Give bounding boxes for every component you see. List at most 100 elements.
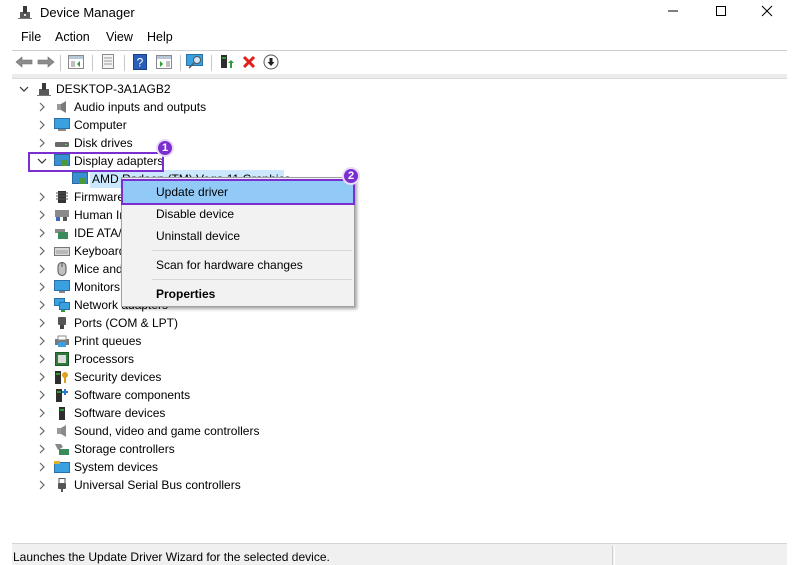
chevron-right-icon[interactable]: [36, 119, 48, 131]
chevron-right-icon[interactable]: [36, 281, 48, 293]
processor-icon: [54, 352, 70, 366]
tree-category-firmware[interactable]: Firmware: [36, 188, 124, 206]
chevron-right-icon[interactable]: [36, 461, 48, 473]
properties-button[interactable]: [98, 54, 118, 72]
arrow-left-icon: [15, 56, 33, 71]
chevron-right-icon[interactable]: [36, 335, 48, 347]
ide-icon: [54, 226, 70, 240]
menu-item-disable-device[interactable]: Disable device: [122, 203, 354, 225]
disable-device-button[interactable]: [261, 54, 281, 72]
chevron-right-icon[interactable]: [36, 227, 48, 239]
uninstall-device-button[interactable]: [239, 54, 259, 72]
tree-category-universal-serial-bus-controllers[interactable]: Universal Serial Bus controllers: [36, 476, 241, 494]
tree-category-label: Firmware: [74, 190, 124, 204]
tree-category-computer[interactable]: Computer: [36, 116, 127, 134]
tree-category-keyboards[interactable]: Keyboards: [36, 242, 131, 260]
help-icon: ?: [133, 54, 147, 73]
scan-hardware-button[interactable]: [185, 54, 205, 72]
help-button[interactable]: ?: [130, 54, 150, 72]
speaker-icon: [54, 100, 70, 114]
menu-view[interactable]: View: [106, 30, 133, 44]
tree-category-software-components[interactable]: Software components: [36, 386, 190, 404]
title-bar: Device Manager: [0, 0, 800, 26]
chevron-right-icon[interactable]: [36, 443, 48, 455]
menu-item-uninstall-device[interactable]: Uninstall device: [122, 225, 354, 247]
tree-category-label: Software devices: [74, 406, 165, 420]
menu-action[interactable]: Action: [55, 30, 90, 44]
tree-category-label: Storage controllers: [74, 442, 175, 456]
tree-category-security-devices[interactable]: Security devices: [36, 368, 161, 386]
show-hide-console-tree-button[interactable]: [66, 54, 86, 72]
toolbar-separator: [211, 55, 212, 71]
sound-icon: [54, 424, 70, 438]
step-badge-1: 1: [156, 139, 174, 157]
menu-item-properties[interactable]: Properties: [122, 283, 354, 305]
update-driver-button[interactable]: [217, 54, 237, 72]
chevron-right-icon[interactable]: [36, 245, 48, 257]
chevron-right-icon[interactable]: [36, 479, 48, 491]
chevron-down-icon[interactable]: [18, 83, 30, 95]
minimize-button[interactable]: [650, 0, 696, 24]
printer-icon: [54, 334, 70, 348]
chevron-right-icon[interactable]: [36, 407, 48, 419]
toolbar-divider: [12, 74, 787, 79]
status-text: Launches the Update Driver Wizard for th…: [13, 550, 330, 564]
chevron-right-icon[interactable]: [36, 371, 48, 383]
tree-category-monitors[interactable]: Monitors: [36, 278, 120, 296]
chevron-right-icon[interactable]: [36, 353, 48, 365]
tree-category-label: Ports (COM & LPT): [74, 316, 178, 330]
device-tree: DESKTOP-3A1AGB2 Audio inputs and outputs…: [12, 80, 787, 540]
tree-category-ports-com-lpt[interactable]: Ports (COM & LPT): [36, 314, 178, 332]
update-driver-icon: [219, 54, 235, 73]
usb-icon: [54, 478, 70, 492]
chevron-right-icon[interactable]: [36, 263, 48, 275]
menu-help[interactable]: Help: [147, 30, 173, 44]
status-divider: [612, 546, 613, 565]
show-hide-action-pane-button[interactable]: [154, 54, 174, 72]
monitor-icon: [54, 280, 70, 294]
tree-category-sound-video-and-game-controllers[interactable]: Sound, video and game controllers: [36, 422, 259, 440]
network-icon: [54, 298, 70, 312]
tree-category-audio-inputs-and-outputs[interactable]: Audio inputs and outputs: [36, 98, 206, 116]
tree-category-disk-drives[interactable]: Disk drives: [36, 134, 133, 152]
tree-category-label: System devices: [74, 460, 158, 474]
toolbar-separator: [60, 55, 61, 71]
tree-category-label: Print queues: [74, 334, 141, 348]
callout-highlight-display-adapters: [28, 152, 164, 172]
red-x-icon: [242, 55, 256, 72]
close-button[interactable]: [744, 0, 790, 24]
chevron-right-icon[interactable]: [36, 425, 48, 437]
tree-root[interactable]: DESKTOP-3A1AGB2: [18, 80, 171, 98]
chevron-right-icon[interactable]: [36, 137, 48, 149]
tree-category-label: Sound, video and game controllers: [74, 424, 259, 438]
maximize-button[interactable]: [698, 0, 744, 24]
chevron-right-icon[interactable]: [36, 209, 48, 221]
chevron-right-icon[interactable]: [36, 191, 48, 203]
menu-item-scan-hardware[interactable]: Scan for hardware changes: [122, 254, 354, 276]
tree-category-print-queues[interactable]: Print queues: [36, 332, 141, 350]
svg-text:?: ?: [137, 55, 144, 69]
chevron-right-icon[interactable]: [36, 299, 48, 311]
menu-file[interactable]: File: [21, 30, 41, 44]
down-arrow-circle-icon: [263, 54, 279, 73]
tree-category-software-devices[interactable]: Software devices: [36, 404, 165, 422]
port-icon: [54, 316, 70, 330]
tree-category-label: Software components: [74, 388, 190, 402]
tree-category-system-devices[interactable]: System devices: [36, 458, 158, 476]
forward-button[interactable]: [36, 54, 56, 72]
software-device-icon: [54, 406, 70, 420]
storage-icon: [54, 442, 70, 456]
tree-category-processors[interactable]: Processors: [36, 350, 134, 368]
tree-category-label: Monitors: [74, 280, 120, 294]
toolbar-separator: [92, 55, 93, 71]
hid-icon: [54, 208, 70, 222]
chevron-right-icon[interactable]: [36, 101, 48, 113]
chevron-right-icon[interactable]: [36, 317, 48, 329]
tree-category-storage-controllers[interactable]: Storage controllers: [36, 440, 175, 458]
arrow-right-icon: [37, 56, 55, 71]
menu-separator: [152, 250, 352, 251]
back-button[interactable]: [14, 54, 34, 72]
system-devices-icon: [54, 460, 70, 474]
chevron-right-icon[interactable]: [36, 389, 48, 401]
callout-highlight-update-driver: [121, 179, 355, 205]
